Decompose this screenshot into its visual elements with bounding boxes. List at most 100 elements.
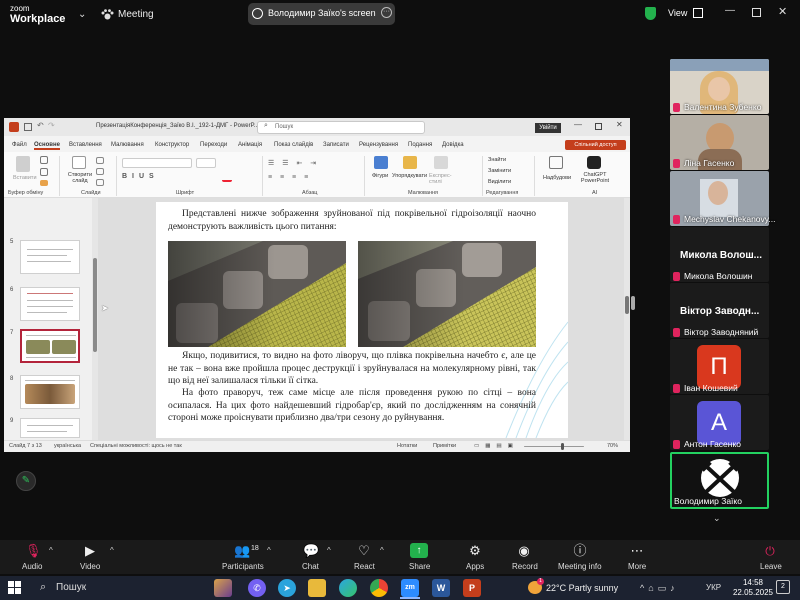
app-icon-colorful[interactable] <box>214 579 232 597</box>
layout-icon[interactable] <box>96 157 104 164</box>
tab-help[interactable]: Довідка <box>442 142 464 148</box>
chat-options-caret[interactable]: ^ <box>327 546 331 555</box>
thumb-scrollbar-handle[interactable] <box>93 258 97 352</box>
windows-start-icon[interactable] <box>8 581 21 594</box>
powerpoint-taskbar-icon[interactable]: P <box>463 579 481 597</box>
replace-button[interactable]: Замінити <box>488 168 511 174</box>
arrange-icon[interactable] <box>403 156 417 169</box>
tab-record[interactable]: Записати <box>323 142 349 148</box>
new-slide-icon[interactable] <box>72 156 86 169</box>
tab-design[interactable]: Конструктор <box>155 142 189 148</box>
notes-button[interactable]: Нотатки <box>397 443 417 449</box>
info-icon[interactable]: ⓘ <box>572 544 588 558</box>
zoom-slider[interactable] <box>524 446 584 447</box>
zoom-level[interactable]: 70% <box>607 443 618 449</box>
word-icon[interactable]: W <box>432 579 450 597</box>
shield-icon[interactable] <box>645 7 656 20</box>
maximize-icon[interactable] <box>752 8 761 17</box>
select-button[interactable]: Виділити <box>488 179 511 185</box>
share-label[interactable]: Share <box>409 562 430 571</box>
pp-share-button[interactable]: Спільний доступ <box>565 140 626 150</box>
weather-text[interactable]: 22°C Partly sunny <box>546 583 618 593</box>
meeting-label[interactable]: Meeting <box>118 9 154 20</box>
audio-label[interactable]: Audio <box>22 562 42 571</box>
video-camera-icon[interactable]: ▶ <box>82 544 98 558</box>
slide-thumb-8[interactable] <box>20 375 80 409</box>
chevron-down-icon[interactable]: ⌄ <box>713 513 721 524</box>
react-options-caret[interactable]: ^ <box>380 546 384 555</box>
slide-thumb-5[interactable] <box>20 240 80 274</box>
notification-center-icon[interactable]: 2 <box>776 580 790 594</box>
tab-view[interactable]: Подання <box>408 142 432 148</box>
chevron-down-icon[interactable]: ⌄ <box>78 9 86 20</box>
tab-file[interactable]: Файл <box>12 142 27 148</box>
audio-options-caret[interactable]: ^ <box>49 546 53 555</box>
section-icon[interactable] <box>96 179 104 186</box>
list-buttons[interactable]: ☰ ☰ ⇤ ⇥ <box>268 159 319 167</box>
comments-button[interactable]: Примітки <box>433 443 456 449</box>
apps-icon[interactable]: ⚙ <box>467 544 483 558</box>
record-label[interactable]: Record <box>512 562 538 571</box>
tab-transitions[interactable]: Переходи <box>200 142 227 148</box>
tab-home[interactable]: Основне <box>34 142 60 150</box>
mic-off-icon[interactable]: 🎙 <box>25 544 42 558</box>
file-explorer-icon[interactable] <box>308 579 326 597</box>
paste-icon[interactable] <box>16 156 30 172</box>
align-buttons[interactable]: ≡ ≡ ≡ ≡ <box>268 174 311 181</box>
find-button[interactable]: Знайти <box>488 157 506 163</box>
react-heart-icon[interactable]: ♡ <box>356 544 372 558</box>
slide-scrollbar[interactable] <box>624 198 630 440</box>
quick-styles-icon[interactable] <box>434 156 448 169</box>
more-options-icon[interactable]: ··· <box>381 7 392 18</box>
language-status[interactable]: українська <box>54 443 81 449</box>
participants-label[interactable]: Participants <box>222 562 264 571</box>
record-icon[interactable]: ◉ <box>516 544 532 558</box>
grid-icon[interactable] <box>693 8 703 18</box>
leave-icon[interactable]: ⏻ <box>762 544 778 558</box>
telegram-icon[interactable]: ➤ <box>278 579 296 597</box>
slide-thumb-7-selected[interactable] <box>20 329 80 363</box>
font-style-buttons[interactable]: BIUS <box>122 173 159 180</box>
tab-insert[interactable]: Вставлення <box>69 142 102 148</box>
redo-icon[interactable]: ↷ <box>48 121 55 130</box>
font-size-select[interactable] <box>196 158 216 168</box>
sign-in-button[interactable]: Увійти <box>535 123 561 133</box>
cut-icon[interactable] <box>40 156 48 164</box>
chat-icon[interactable]: 💬 <box>303 544 319 558</box>
shapes-icon[interactable] <box>374 156 388 169</box>
meeting-info-label[interactable]: Meeting info <box>558 562 602 571</box>
taskbar-search-box[interactable] <box>28 579 208 597</box>
edge-icon[interactable] <box>339 579 357 597</box>
pp-maximize-icon[interactable] <box>595 123 602 130</box>
tab-slideshow[interactable]: Показ слайдів <box>274 142 313 148</box>
panel-resize-handle[interactable] <box>631 296 635 310</box>
pp-minimize-icon[interactable]: — <box>574 120 582 129</box>
tab-draw[interactable]: Малювання <box>111 142 144 148</box>
undo-icon[interactable]: ↶ <box>37 121 44 130</box>
view-mode-buttons[interactable]: ▭▦▤▣ <box>474 443 519 449</box>
more-icon[interactable]: ⋯ <box>629 544 645 558</box>
more-label[interactable]: More <box>628 562 646 571</box>
apps-label[interactable]: Apps <box>466 562 484 571</box>
chat-label[interactable]: Chat <box>302 562 319 571</box>
zoom-slider-handle[interactable] <box>561 443 564 450</box>
leave-label[interactable]: Leave <box>760 562 782 571</box>
zoom-taskbar-icon[interactable]: zm <box>401 579 419 597</box>
slide-thumb-6[interactable] <box>20 287 80 321</box>
accessibility-status[interactable]: Спеціальні можливості: щось не так <box>90 443 182 449</box>
copy-icon[interactable] <box>40 168 48 176</box>
font-color-icon[interactable] <box>222 174 232 182</box>
participants-icon[interactable]: 👥 <box>234 544 250 558</box>
system-tray-icons[interactable]: ^⌂▭♪ <box>640 583 679 594</box>
tab-review[interactable]: Рецензування <box>359 142 398 148</box>
addins-icon[interactable] <box>549 156 563 169</box>
annotate-pen-icon[interactable]: ✎ <box>16 471 36 491</box>
tab-animations[interactable]: Анімація <box>238 142 262 148</box>
save-icon[interactable] <box>24 123 32 131</box>
viber-icon[interactable]: ✆ <box>248 579 266 597</box>
participants-options-caret[interactable]: ^ <box>267 546 271 555</box>
minimize-icon[interactable]: — <box>725 5 735 16</box>
format-painter-icon[interactable] <box>40 180 48 186</box>
share-screen-icon[interactable]: ↑ <box>410 543 428 558</box>
close-icon[interactable]: ✕ <box>778 5 787 18</box>
